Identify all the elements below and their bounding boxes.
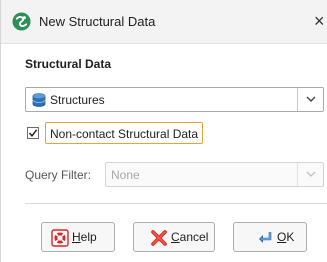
section-heading: Structural Data	[25, 57, 112, 71]
window-title: New Structural Data	[39, 14, 156, 29]
query-filter-value: None	[111, 168, 140, 182]
help-button-label: Help	[72, 230, 97, 244]
non-contact-checkbox[interactable]	[27, 127, 39, 139]
query-filter-dropdown	[297, 163, 323, 186]
divider	[25, 203, 327, 204]
enter-arrow-icon	[259, 232, 272, 243]
title-bar[interactable]: New Structural Data ×	[1, 0, 327, 44]
chevron-down-icon	[306, 96, 316, 102]
new-structural-data-dialog: New Structural Data × Structural Data St…	[0, 0, 327, 262]
cancel-button-label: Cancel	[171, 230, 209, 244]
help-button[interactable]: Help	[41, 222, 115, 252]
structural-data-select-value: Structures	[50, 93, 105, 107]
cancel-button[interactable]: Cancel	[133, 222, 215, 252]
ok-button[interactable]: OK	[233, 222, 307, 252]
app-logo-icon	[12, 12, 31, 31]
close-icon[interactable]: ×	[314, 8, 327, 34]
structural-data-select[interactable]: Structures	[25, 87, 324, 112]
red-x-icon	[151, 230, 167, 246]
non-contact-label[interactable]: Non-contact Structural Data	[45, 122, 204, 144]
checkmark-icon	[28, 129, 38, 137]
database-icon	[32, 93, 46, 107]
query-filter-label: Query Filter:	[25, 168, 92, 182]
chevron-down-icon	[306, 171, 316, 177]
dropdown-button[interactable]	[297, 88, 323, 111]
query-filter-select: None	[105, 162, 324, 187]
lifebuoy-icon	[51, 229, 69, 247]
ok-button-label: OK	[277, 230, 295, 244]
